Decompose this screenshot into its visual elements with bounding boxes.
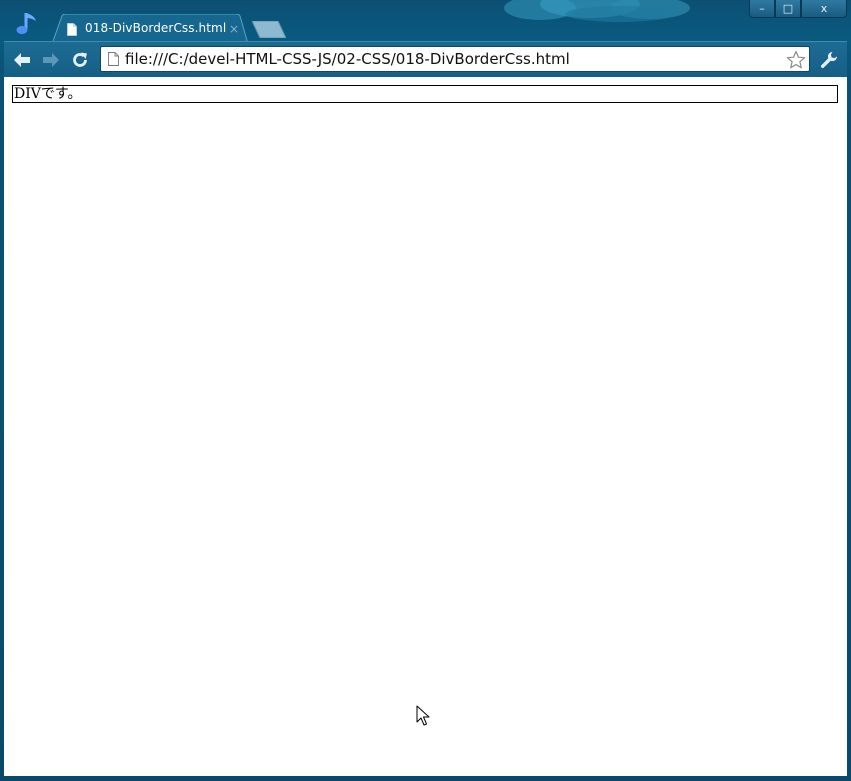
tab-active[interactable]: 018-DivBorderCss.html × [52, 14, 248, 44]
back-button[interactable] [11, 50, 33, 70]
reload-button[interactable] [69, 50, 91, 70]
page-icon [108, 52, 119, 66]
minimize-button[interactable]: – [749, 0, 775, 18]
maximize-button[interactable]: □ [775, 0, 801, 18]
toolbar [4, 41, 847, 78]
forward-button[interactable] [40, 50, 62, 70]
cloud-decoration [504, 0, 690, 22]
address-bar[interactable] [100, 46, 810, 72]
browser-window: 018-DivBorderCss.html × – □ x file:///C:… [0, 0, 851, 781]
reload-icon [73, 52, 87, 67]
file-icon [67, 23, 77, 36]
page-content: DIVです。 [4, 77, 847, 776]
music-note-icon[interactable] [14, 10, 40, 38]
bordered-div: DIVです。 [12, 85, 838, 103]
back-arrow-icon [14, 53, 30, 67]
star-icon[interactable] [786, 50, 806, 70]
wrench-icon[interactable] [819, 50, 839, 70]
close-button[interactable]: x [801, 0, 847, 18]
window-controls: – □ x [749, 0, 847, 20]
mouse-cursor-icon [416, 705, 430, 726]
tab-title: 018-DivBorderCss.html [85, 21, 227, 35]
forward-arrow-icon [43, 53, 59, 67]
tab-close-button[interactable]: × [229, 22, 239, 36]
new-tab-button[interactable] [252, 21, 286, 38]
url-input[interactable] [125, 50, 785, 69]
